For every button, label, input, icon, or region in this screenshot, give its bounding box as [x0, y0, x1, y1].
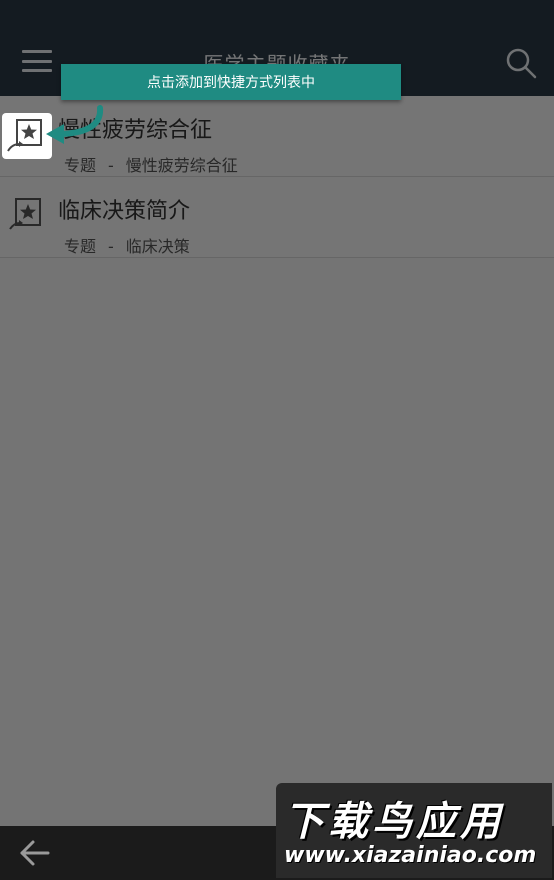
item-title: 临床决策简介	[58, 199, 191, 224]
item-subtitle: 专题 - 临床决策	[64, 233, 190, 257]
item-separator: -	[108, 237, 114, 256]
watermark: 下载鸟应用 www.xiazainiao.com	[276, 783, 552, 878]
item-topic: 临床决策	[125, 237, 190, 256]
item-topic: 慢性疲劳综合征	[125, 156, 238, 175]
add-shortcut-star-icon[interactable]	[6, 195, 46, 235]
item-separator: -	[108, 156, 114, 175]
list-item[interactable]: 临床决策简介 专题 - 临床决策	[0, 177, 554, 258]
hamburger-menu-icon[interactable]	[22, 50, 52, 72]
search-icon[interactable]	[503, 46, 539, 80]
watermark-url: www.xiazainiao.com	[284, 843, 537, 868]
tutorial-arrow-icon	[46, 105, 104, 144]
tooltip-hint[interactable]: 点击添加到快捷方式列表中	[61, 64, 401, 100]
item-subtitle: 专题 - 慢性疲劳综合征	[64, 152, 238, 176]
back-arrow-icon[interactable]	[18, 838, 52, 868]
watermark-title: 下载鸟应用	[284, 799, 504, 845]
item-type: 专题	[64, 237, 97, 256]
item-type: 专题	[64, 156, 97, 175]
